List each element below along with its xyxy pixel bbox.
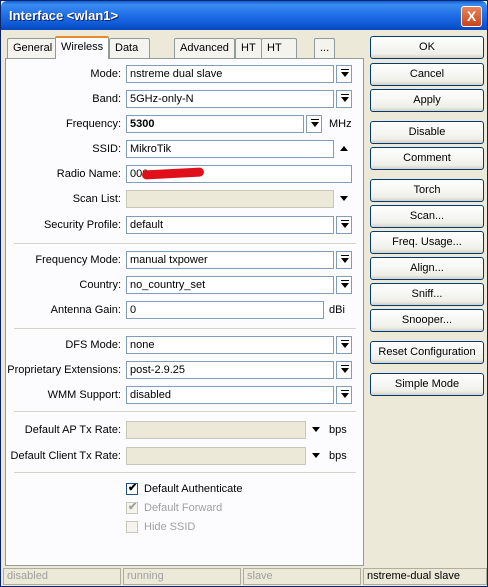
align-button[interactable]: Align... [370,257,484,280]
default-forward-label: Default Forward [144,502,223,514]
default-ap-tx-rate-unit: bps [329,424,347,436]
default-ap-tx-rate-input[interactable] [126,421,306,439]
comment-button[interactable]: Comment [370,147,484,170]
country-select[interactable]: no_country_set [126,276,334,294]
freq-usage-button[interactable]: Freq. Usage... [370,231,484,254]
status-disabled: disabled [3,568,121,585]
band-dropdown-icon[interactable] [336,90,352,108]
separator [14,243,356,245]
status-bar: disabled running slave nstreme-dual slav… [3,568,487,586]
tab-ht-mcs[interactable]: HT MCS [261,38,298,72]
frequency-label: Frequency: [65,118,121,130]
proprietary-extensions-select[interactable]: post-2.9.25 [126,361,334,379]
dfs-mode-select[interactable]: none [126,336,334,354]
ssid-input[interactable]: MikroTik [126,140,334,158]
close-button[interactable]: X [461,6,482,27]
mode-dropdown-icon[interactable] [336,65,352,83]
tab-data-rates[interactable]: Data Rates [109,38,150,72]
separator [14,328,356,330]
dfs-mode-dropdown-icon[interactable] [336,336,352,354]
torch-button[interactable]: Torch [370,179,484,202]
wmm-support-dropdown-icon[interactable] [336,386,352,404]
security-profile-dropdown-icon[interactable] [336,216,352,234]
tab-advanced[interactable]: Advanced [174,38,235,58]
country-label: Country: [79,279,121,291]
interface-window: Interface <wlan1> X General Wireless Dat… [0,0,488,587]
chevron-down-icon[interactable] [310,450,322,462]
dfs-mode-label: DFS Mode: [65,339,121,351]
mode-select[interactable]: nstreme dual slave [126,65,334,83]
frequency-unit: MHz [329,118,352,130]
snooper-button[interactable]: Snooper... [370,309,484,332]
wmm-support-label: WMM Support: [47,389,121,401]
separator [14,472,356,474]
disable-button[interactable]: Disable [370,121,484,144]
default-client-tx-rate-unit: bps [329,450,347,462]
tab-general[interactable]: General [7,38,59,58]
band-select[interactable]: 5GHz-only-N [126,90,334,108]
title-bar[interactable]: Interface <wlan1> X [1,1,487,30]
default-authenticate-label: Default Authenticate [144,483,243,495]
apply-button[interactable]: Apply [370,89,484,112]
status-running: running [123,568,241,585]
security-profile-label: Security Profile: [43,219,121,231]
default-authenticate-checkbox[interactable]: ✔ [126,482,138,495]
sniff-button[interactable]: Sniff... [370,283,484,306]
scan-list-input[interactable] [126,190,334,208]
cancel-button[interactable]: Cancel [370,63,484,86]
simple-mode-button[interactable]: Simple Mode [370,373,484,396]
wireless-panel: Mode: nstreme dual slave Band: 5GHz-only… [5,58,364,566]
tab-ht[interactable]: HT [235,38,262,58]
chevron-down-icon[interactable] [310,424,322,436]
chevron-up-icon[interactable] [338,143,350,155]
tab-wireless[interactable]: Wireless [55,36,110,59]
window-title: Interface <wlan1> [9,8,119,23]
antenna-gain-input[interactable]: 0 [126,301,324,319]
radio-name-label: Radio Name: [56,168,121,180]
status-slave: slave [243,568,361,585]
checkmark-icon: ✔ [128,501,138,513]
reset-configuration-button[interactable]: Reset Configuration [370,341,484,364]
country-dropdown-icon[interactable] [336,276,352,294]
chevron-down-icon[interactable] [338,193,350,205]
wmm-support-select[interactable]: disabled [126,386,334,404]
scan-button[interactable]: Scan... [370,205,484,228]
hide-ssid-label: Hide SSID [144,521,196,533]
antenna-gain-unit: dBi [329,304,345,316]
frequency-dropdown-icon[interactable] [306,115,322,133]
separator [14,411,356,413]
default-client-tx-rate-input[interactable] [126,447,306,465]
default-forward-checkbox[interactable]: ✔ [126,501,138,514]
frequency-select[interactable]: 5300 [126,115,304,133]
frequency-mode-select[interactable]: manual txpower [126,251,334,269]
ok-button[interactable]: OK [370,36,484,59]
tab-more[interactable]: ... [314,38,336,58]
status-mode: nstreme-dual slave [363,568,487,585]
security-profile-select[interactable]: default [126,216,334,234]
checkmark-icon: ✔ [128,482,138,494]
hide-ssid-checkbox[interactable] [126,521,138,533]
frequency-mode-dropdown-icon[interactable] [336,251,352,269]
scan-list-label: Scan List: [72,193,121,205]
default-client-tx-rate-label: Default Client Tx Rate: [10,450,121,462]
ssid-label: SSID: [92,143,121,155]
frequency-mode-label: Frequency Mode: [35,254,121,266]
antenna-gain-label: Antenna Gain: [50,304,121,316]
proprietary-extensions-dropdown-icon[interactable] [336,361,352,379]
proprietary-extensions-label: Proprietary Extensions: [7,364,121,376]
band-label: Band: [92,93,121,105]
default-ap-tx-rate-label: Default AP Tx Rate: [24,424,121,436]
mode-label: Mode: [90,68,121,80]
